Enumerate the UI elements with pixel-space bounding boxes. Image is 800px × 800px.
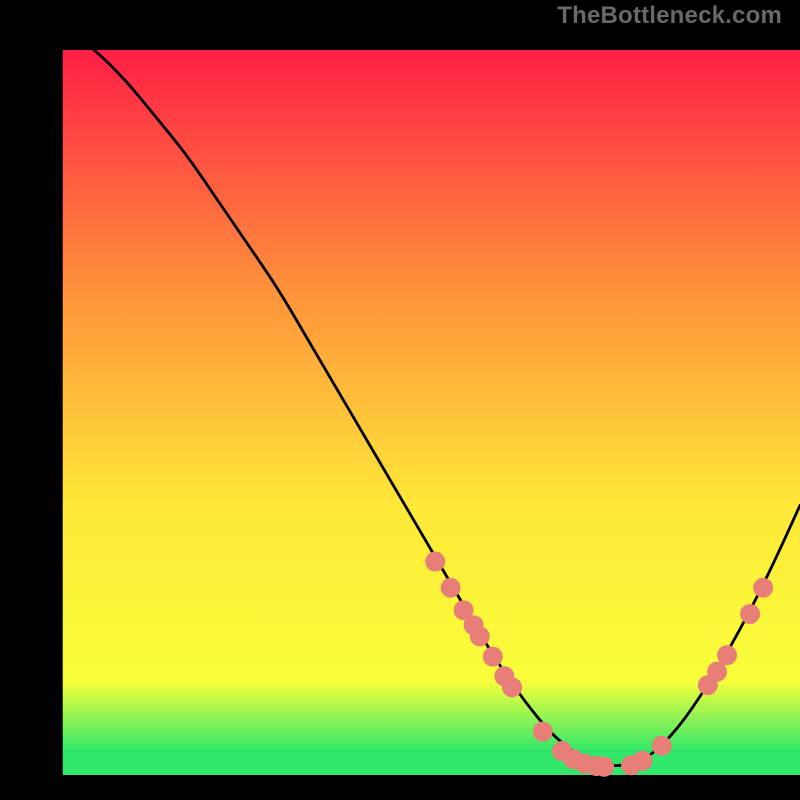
curve-marker <box>533 722 553 742</box>
curve-marker <box>717 645 737 665</box>
green-band <box>63 751 800 775</box>
curve-marker <box>652 736 672 756</box>
curve-marker <box>470 626 490 646</box>
bottleneck-chart <box>0 0 800 800</box>
curve-marker <box>753 578 773 598</box>
curve-marker <box>594 757 614 777</box>
gradient-background <box>63 50 800 751</box>
curve-marker <box>740 604 760 624</box>
curve-marker <box>633 751 653 771</box>
curve-marker <box>483 647 503 667</box>
curve-marker <box>441 578 461 598</box>
curve-marker <box>502 677 522 697</box>
chart-frame: { "watermark": { "text": "TheBottleneck.… <box>0 0 800 800</box>
curve-marker <box>425 552 445 572</box>
